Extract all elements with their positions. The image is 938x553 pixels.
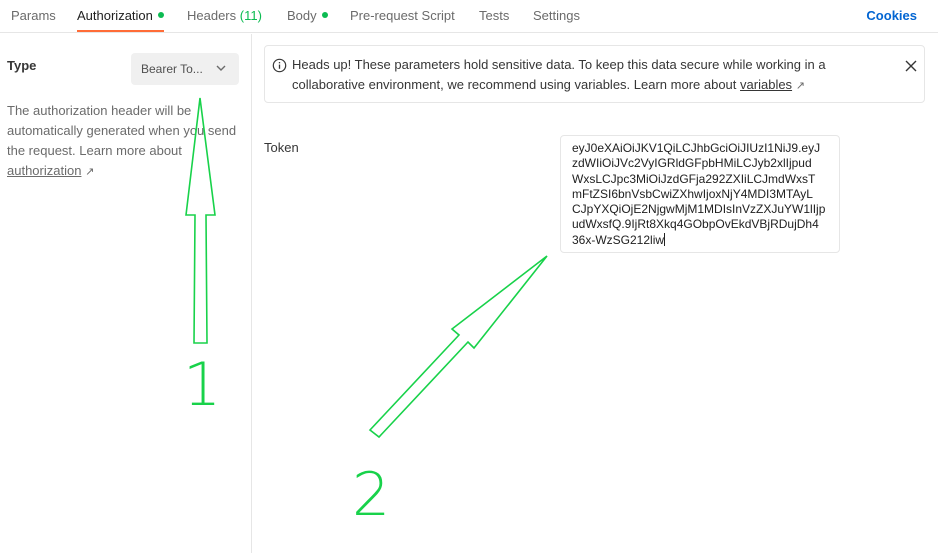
annotation-label-1: 1 — [183, 350, 222, 420]
annotation-label-2: 2 — [352, 460, 391, 530]
tab-settings[interactable]: Settings — [533, 8, 580, 23]
tab-settings-label: Settings — [533, 8, 580, 23]
tab-pre-request-script-label: Pre-request Script — [350, 8, 455, 23]
token-line: eyJ0eXAiOiJKV1QiLCJhbGciOiJIUzI1NiJ9.eyJ — [572, 141, 821, 155]
token-line: zdWIiOiJVc2VyIGRldGFpbHMiLCJyb2xlIjpud — [572, 156, 812, 171]
token-label: Token — [264, 140, 299, 155]
active-tab-indicator — [77, 30, 164, 32]
auth-type-value: Bearer To... — [141, 62, 203, 76]
text-cursor — [664, 232, 666, 246]
token-line: WxsLCJpc3MiOiJzdGFja292ZXIiLCJmdWxsT — [572, 171, 816, 186]
annotation-arrow-2 — [368, 255, 548, 439]
type-label: Type — [7, 58, 37, 73]
token-line: mFtZSI6bnVsbCwiZXhwIjoxNjY4MDI3MTAyL — [572, 186, 813, 201]
tab-pre-request-script[interactable]: Pre-request Script — [350, 8, 455, 23]
status-dot-icon — [157, 12, 164, 18]
token-line-text: 36x-WzSG212liw — [572, 232, 665, 247]
info-icon — [272, 58, 287, 73]
token-line: udWxsfQ.9IjRt8Xkq4GObpOvEkdVBjRDujDh4 — [572, 217, 819, 232]
tab-authorization-label: Authorization — [77, 8, 153, 23]
tab-params[interactable]: Params — [11, 8, 56, 23]
token-input[interactable]: eyJ0eXAiOiJKV1QiLCJhbGciOiJIUzI1NiJ9.eyJ… — [560, 135, 840, 253]
auth-type-panel: Type Bearer To... The authorization head… — [0, 34, 252, 553]
headers-count: (11) — [239, 8, 262, 23]
tab-tests-label: Tests — [479, 8, 510, 23]
status-dot-icon — [321, 12, 328, 18]
tab-headers-label: Headers — [187, 8, 237, 23]
external-link-icon: ↗ — [795, 80, 805, 92]
banner-message: Heads up! These parameters hold sensitiv… — [292, 55, 902, 96]
external-link-icon: ↗ — [85, 166, 95, 178]
token-line: 36x-WzSG212liw — [572, 232, 828, 248]
tab-body[interactable]: Body — [287, 8, 328, 23]
auth-help-text: The authorization header will be automat… — [7, 101, 245, 182]
tab-params-label: Params — [11, 8, 56, 23]
authorization-docs-link[interactable]: authorization — [7, 163, 81, 178]
sensitive-data-banner: Heads up! These parameters hold sensitiv… — [264, 45, 925, 103]
auth-help-description: The authorization header will be automat… — [7, 103, 237, 158]
tab-headers[interactable]: Headers (11) — [187, 8, 262, 23]
cookies-link[interactable]: Cookies — [866, 8, 917, 23]
variables-docs-link[interactable]: variables — [740, 77, 792, 92]
auth-type-select[interactable]: Bearer To... — [131, 53, 239, 85]
token-line: CJpYXQiOjE2NjgwMjM1MDIsInVzZXJuYW1lIjp — [572, 202, 826, 217]
token-value: eyJ0eXAiOiJKV1QiLCJhbGciOiJIUzI1NiJ9.eyJ… — [572, 141, 828, 248]
tab-body-label: Body — [287, 8, 317, 23]
request-tabs-bar: Params Authorization Headers (11) Body P… — [0, 0, 938, 33]
tab-tests[interactable]: Tests — [479, 8, 509, 23]
chevron-down-icon — [216, 65, 226, 71]
close-icon[interactable] — [904, 59, 918, 73]
tab-authorization[interactable]: Authorization — [77, 8, 164, 23]
